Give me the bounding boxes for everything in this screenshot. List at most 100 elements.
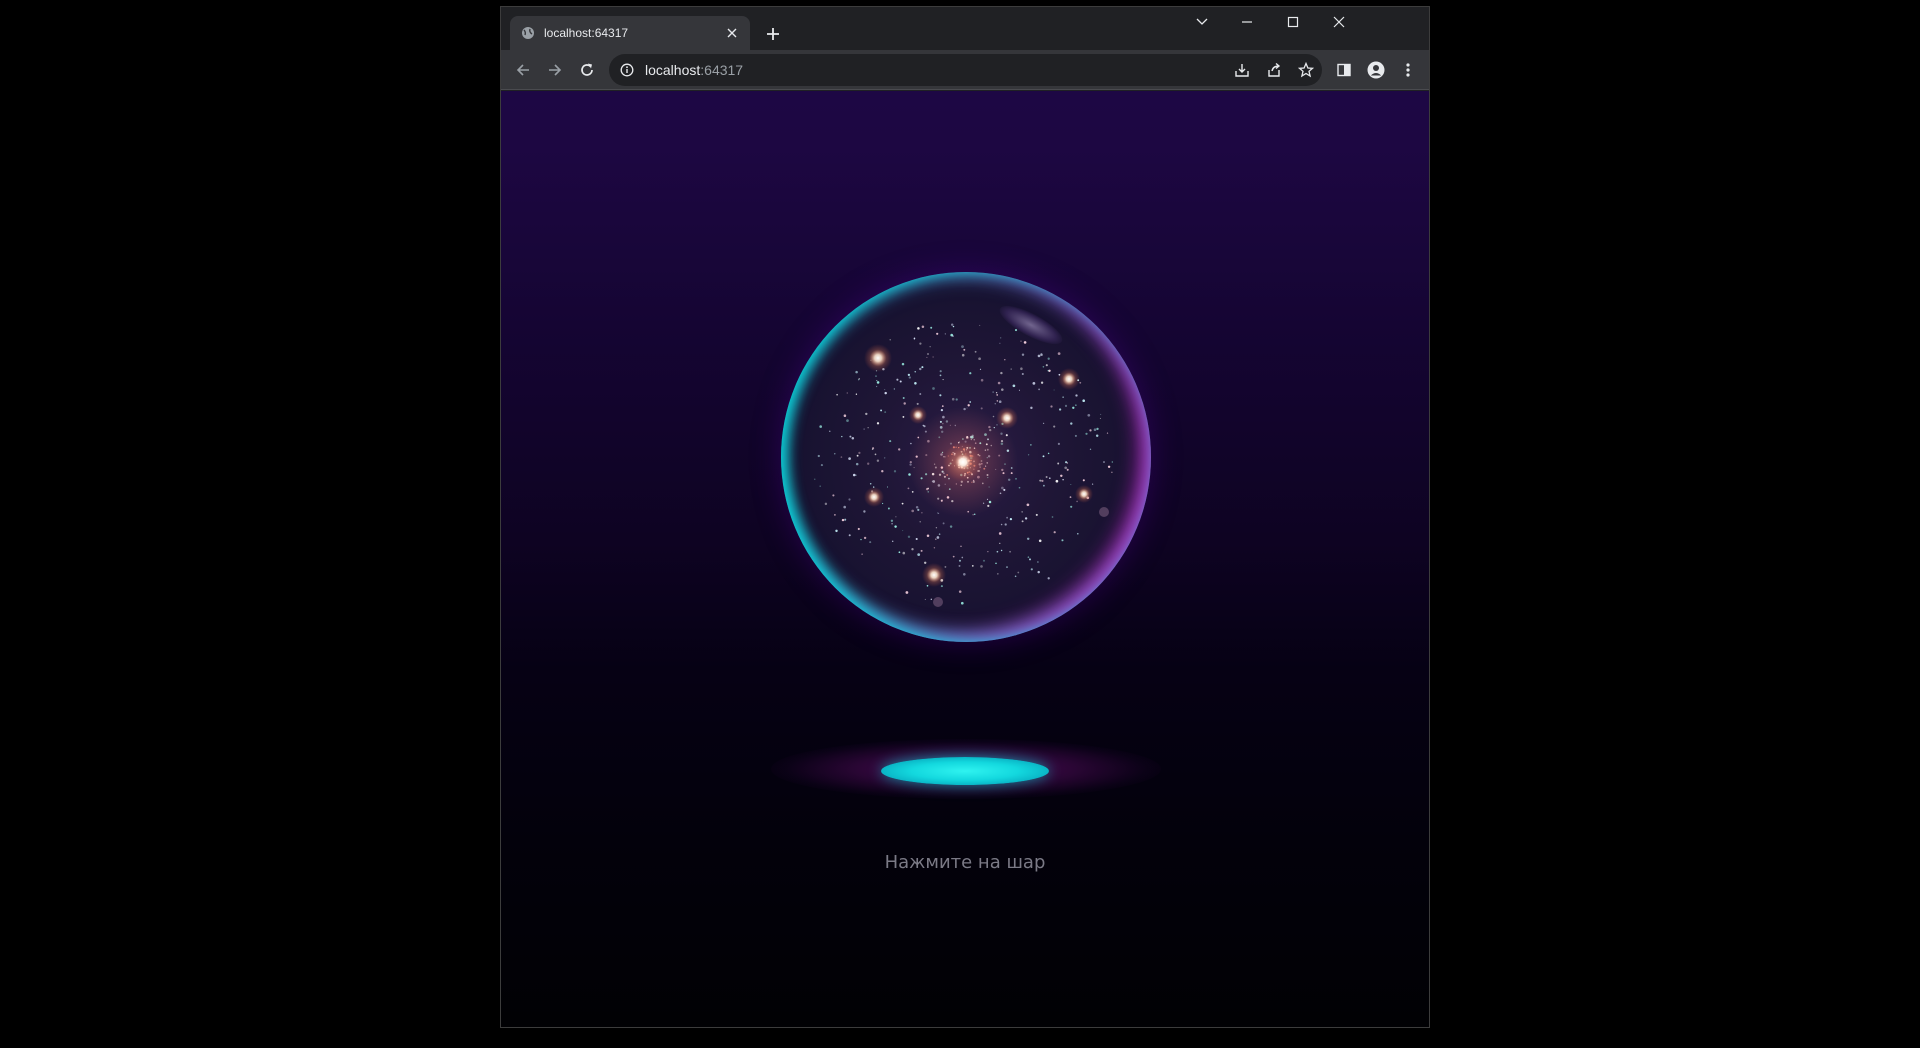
dust-particle — [1021, 511, 1023, 513]
dust-particle — [1000, 337, 1002, 339]
crystal-orb[interactable] — [781, 272, 1151, 642]
dust-particle — [926, 352, 930, 356]
back-icon — [516, 64, 529, 76]
dust-particle — [1004, 358, 1006, 361]
bookmark-button[interactable] — [1292, 56, 1320, 84]
share-button[interactable] — [1260, 56, 1288, 84]
dust-particle — [994, 403, 996, 405]
install-icon — [1235, 64, 1249, 77]
menu-button[interactable] — [1394, 56, 1422, 84]
dust-particle — [980, 565, 983, 568]
dust-particle — [848, 457, 851, 460]
dust-particle — [819, 485, 821, 487]
dust-particle — [1039, 479, 1042, 482]
dust-particle — [1037, 561, 1039, 563]
info-icon[interactable] — [619, 62, 635, 78]
dust-particle — [915, 505, 919, 509]
dust-particle — [1047, 452, 1050, 455]
dust-particle — [1087, 413, 1091, 417]
tab-title: localhost:64317 — [544, 26, 629, 40]
dust-particle — [979, 368, 982, 370]
dust-particle — [1000, 549, 1003, 552]
side-panel-button[interactable] — [1330, 56, 1358, 84]
forward-button[interactable] — [541, 56, 569, 84]
dust-particle — [1051, 516, 1054, 518]
dust-particle — [1055, 479, 1059, 483]
dust-particle — [929, 346, 931, 348]
dust-particle — [841, 518, 845, 522]
url-port: :64317 — [700, 62, 744, 78]
dust-particle — [1096, 427, 1099, 431]
minimize-button[interactable] — [1224, 7, 1270, 37]
dust-particle — [1048, 477, 1051, 480]
dust-particle — [1111, 461, 1113, 463]
back-button[interactable] — [509, 56, 537, 84]
dust-particle — [1061, 539, 1064, 542]
dust-particle — [884, 391, 887, 395]
dust-particle — [998, 532, 1002, 535]
dust-particle — [1032, 382, 1036, 385]
dust-particle — [1021, 520, 1024, 523]
tab-search-button[interactable] — [1179, 7, 1225, 37]
dust-particle — [1009, 517, 1013, 521]
maximize-button[interactable] — [1270, 7, 1316, 37]
dust-particle — [1004, 523, 1007, 526]
dust-particle — [916, 402, 919, 405]
dust-particle — [999, 542, 1001, 544]
dust-particle — [955, 398, 958, 401]
dust-particle — [932, 356, 934, 358]
dust-particle — [869, 483, 872, 485]
close-tab-icon[interactable] — [724, 25, 740, 41]
dust-particle — [1074, 434, 1077, 437]
hint-text: Нажмите на шар — [884, 852, 1046, 873]
tab-localhost[interactable]: localhost:64317 — [510, 16, 750, 50]
install-app-button[interactable] — [1228, 56, 1256, 84]
profile-button[interactable] — [1362, 56, 1390, 84]
address-bar[interactable]: localhost:64317 — [609, 54, 1322, 86]
page-viewport: Нажмите на шар — [501, 91, 1429, 1027]
dust-particle — [982, 559, 986, 562]
dust-particle — [907, 487, 910, 490]
dust-particle — [834, 453, 836, 455]
dust-particle — [867, 427, 869, 429]
dust-particle — [889, 440, 892, 443]
dust-particle — [1077, 533, 1079, 535]
dust-particle — [1100, 413, 1102, 415]
dust-particle — [867, 462, 870, 465]
dust-particle — [836, 393, 838, 396]
dust-particle — [1050, 405, 1053, 408]
dust-particle — [1021, 372, 1024, 376]
dust-particle — [1057, 442, 1061, 446]
dust-particle — [889, 339, 891, 341]
dust-particle — [1024, 517, 1028, 520]
dust-particle — [952, 335, 954, 337]
dust-particle — [914, 371, 916, 373]
dust-particle — [930, 598, 932, 600]
new-tab-button[interactable] — [761, 22, 785, 46]
dust-particle — [942, 522, 945, 525]
dust-particle — [1035, 513, 1038, 516]
dust-particle — [848, 498, 851, 501]
dust-particle — [858, 451, 861, 455]
dust-particle — [1053, 389, 1055, 391]
dust-particle — [898, 448, 901, 451]
dust-particle — [898, 551, 901, 554]
dust-particle — [855, 462, 859, 466]
dust-particle — [935, 538, 937, 540]
reload-button[interactable] — [573, 56, 601, 84]
dust-particle — [833, 513, 836, 516]
dust-particle — [1042, 366, 1045, 368]
dust-particle — [844, 518, 847, 521]
dust-particle — [995, 392, 998, 394]
close-window-button[interactable] — [1316, 7, 1362, 37]
dust-particle — [919, 393, 922, 395]
dust-particle — [1009, 550, 1011, 553]
dust-particle — [952, 325, 955, 328]
dust-particle — [1095, 434, 1099, 438]
dust-particle — [1045, 364, 1048, 367]
dust-particle — [913, 337, 916, 340]
dust-particle — [874, 453, 877, 456]
dust-particle — [876, 380, 878, 382]
dust-particle — [902, 415, 905, 418]
dust-particle — [1106, 432, 1109, 434]
